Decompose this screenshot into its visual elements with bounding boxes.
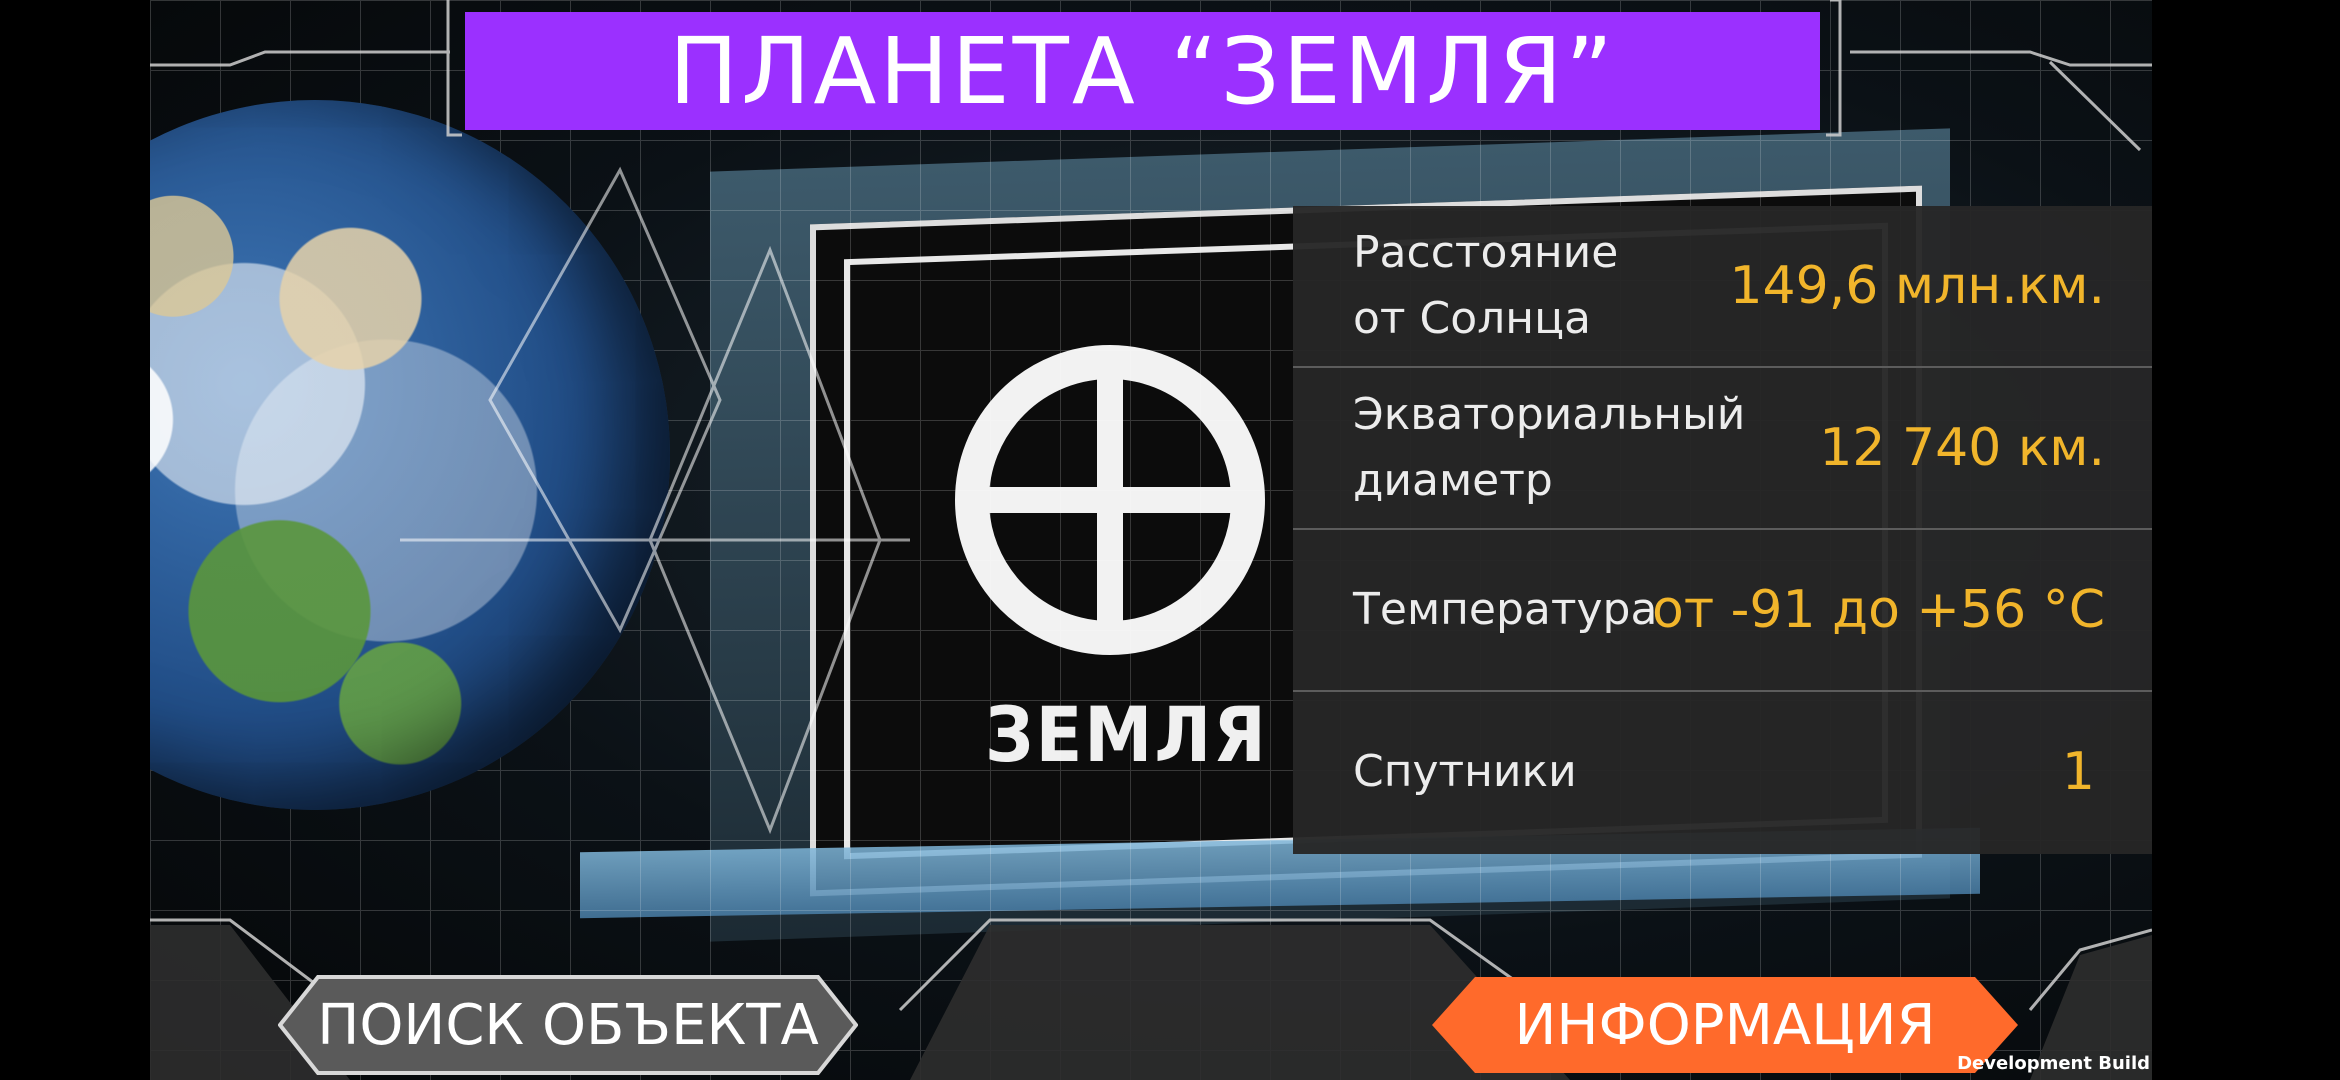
page-title: ПЛАНЕТА “ЗЕМЛЯ”	[669, 17, 1616, 125]
info-label: Спутники	[1353, 746, 1577, 797]
search-object-button[interactable]: ПОИСК ОБЪЕКТА	[278, 975, 858, 1075]
info-value: 1	[2061, 742, 2095, 802]
development-build-label: Development Build	[1957, 1053, 2150, 1074]
information-button[interactable]: ИНФОРМАЦИЯ	[1430, 975, 2020, 1075]
info-label: Экваториальный диаметр	[1353, 389, 1746, 506]
info-label: Расстояние от Солнца	[1353, 227, 1619, 344]
info-value: 149,6 млн.км.	[1729, 256, 2105, 316]
info-row-satellites: Спутники 1	[1293, 692, 2152, 854]
information-label: ИНФОРМАЦИЯ	[1514, 992, 1936, 1058]
ar-scene: ЗЕМЛЯ ПЛАНЕТА “ЗЕМЛЯ” Расстояние от Солн…	[150, 0, 2152, 1080]
info-row-distance: Расстояние от Солнца 149,6 млн.км.	[1293, 206, 2152, 368]
info-panel: Расстояние от Солнца 149,6 млн.км. Экват…	[1293, 206, 2152, 854]
title-bar: ПЛАНЕТА “ЗЕМЛЯ”	[465, 12, 1820, 130]
info-value: 12 740 км.	[1819, 418, 2105, 478]
info-value: от -91 до +56 °C	[1652, 580, 2105, 640]
search-object-label: ПОИСК ОБЪЕКТА	[317, 992, 819, 1058]
info-row-temperature: Температура от -91 до +56 °C	[1293, 530, 2152, 692]
info-row-diameter: Экваториальный диаметр 12 740 км.	[1293, 368, 2152, 530]
